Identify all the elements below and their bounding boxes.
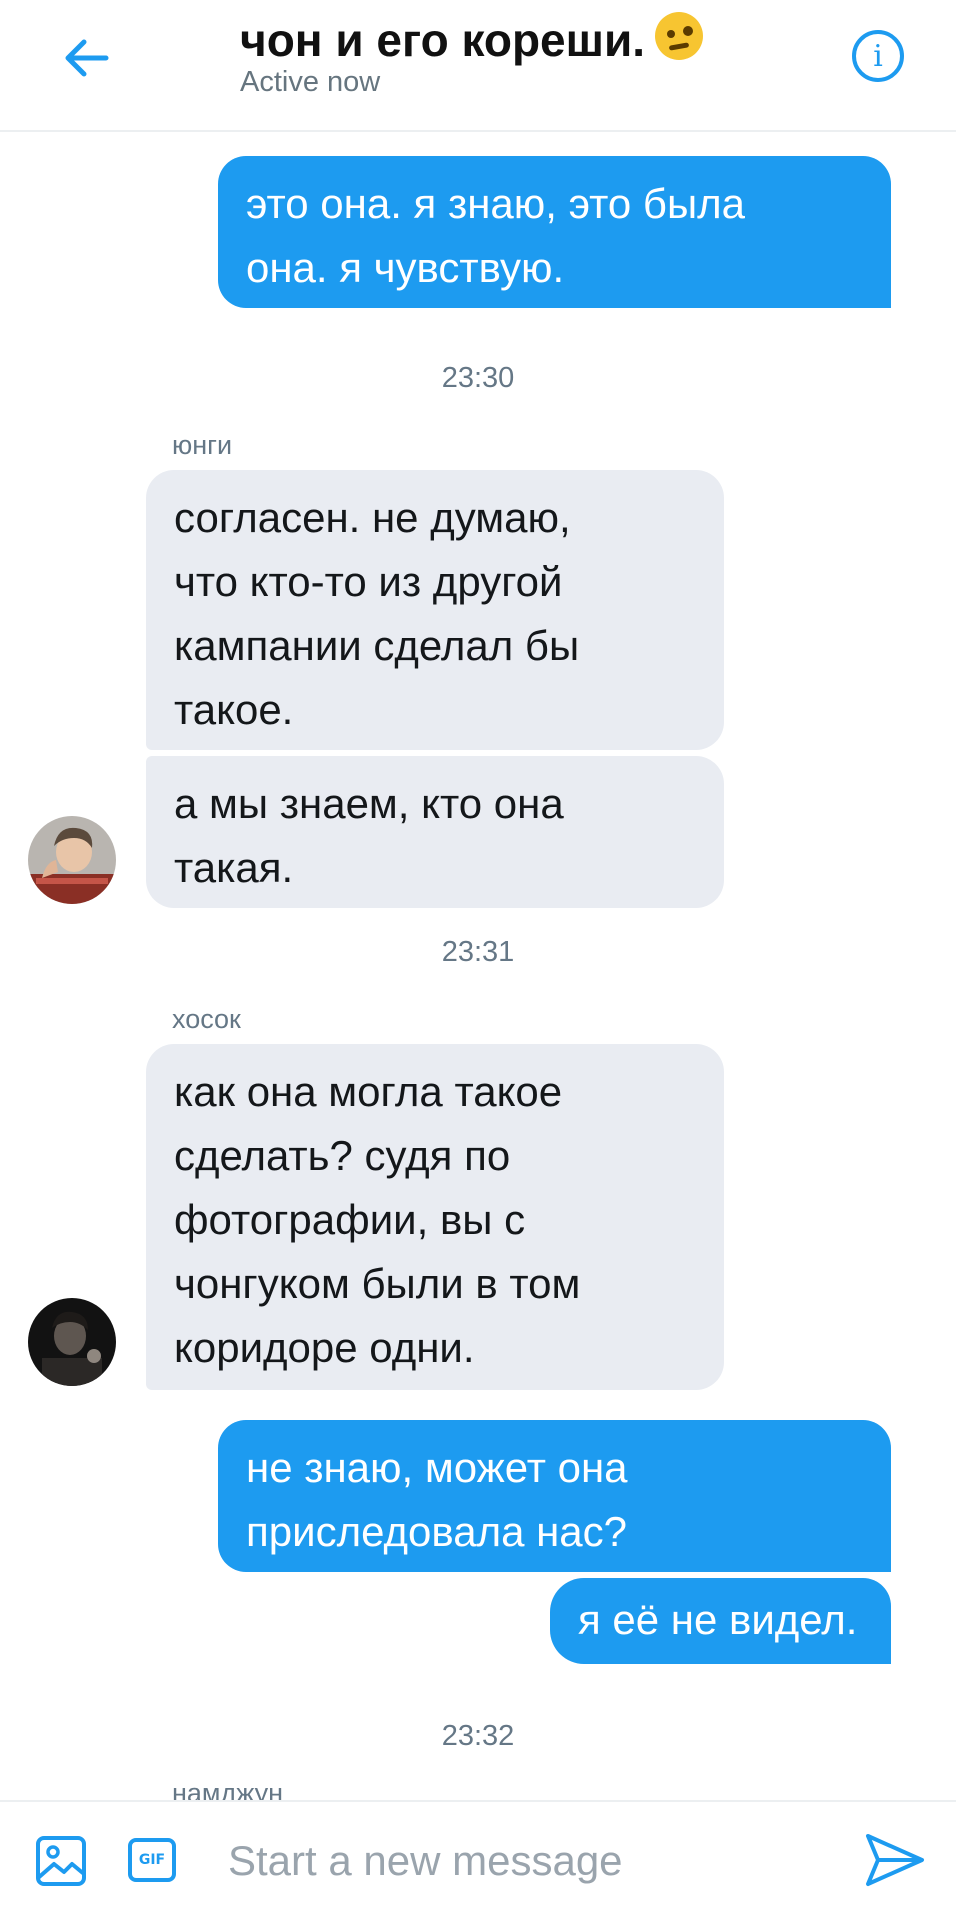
incoming-message[interactable]: а мы знаем, кто она такая. <box>146 756 724 908</box>
add-gif-button[interactable]: GIF <box>128 1838 176 1882</box>
avatar-hoseok[interactable] <box>28 1298 116 1386</box>
sender-name: хосок <box>172 1004 241 1034</box>
timestamp: 23:30 <box>441 362 515 394</box>
outgoing-message[interactable]: не знаю, может она приследовала нас? <box>218 1420 891 1572</box>
outgoing-message[interactable]: это она. я знаю, это была она. я чувству… <box>218 156 891 308</box>
sender-name: юнги <box>172 430 233 460</box>
back-arrow-icon <box>65 39 109 77</box>
avatar-yoongi[interactable] <box>28 816 116 904</box>
incoming-message[interactable]: как она могла такое сделать? судя по фот… <box>146 1044 724 1390</box>
conversation-title[interactable]: чон и его кореши. <box>240 12 704 67</box>
info-icon: i <box>873 38 883 74</box>
timestamp: 23:31 <box>441 936 515 968</box>
info-button[interactable]: i <box>852 30 904 82</box>
send-button[interactable] <box>864 1830 926 1895</box>
message-composer: GIF <box>0 1800 956 1922</box>
conversation-title-text: чон и его кореши. <box>240 14 646 66</box>
timestamp: 23:32 <box>441 1720 515 1752</box>
active-status: Active now <box>240 66 381 98</box>
woozy-face-emoji-icon <box>655 12 704 60</box>
sender-name: намджун <box>172 1778 284 1800</box>
conversation-header: чон и его кореши. Active now i <box>0 0 956 132</box>
send-icon <box>866 1834 924 1886</box>
gif-label: GIF <box>138 1852 166 1868</box>
gif-icon: GIF <box>128 1838 176 1882</box>
image-icon <box>36 1836 86 1886</box>
add-image-button[interactable] <box>34 1834 88 1893</box>
outgoing-message[interactable]: я её не видел. <box>550 1578 891 1664</box>
incoming-message[interactable]: согласен. не думаю, что кто-то из другой… <box>146 470 724 750</box>
back-button[interactable] <box>56 28 116 88</box>
message-input[interactable] <box>226 1828 830 1894</box>
